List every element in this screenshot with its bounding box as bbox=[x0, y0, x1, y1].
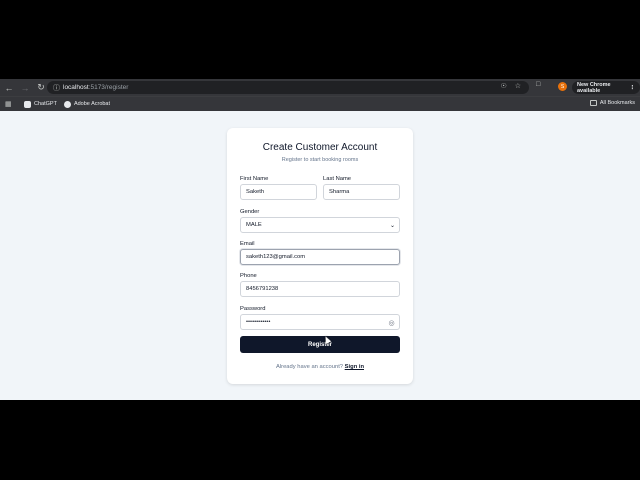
phone-input[interactable]: 8456791238 bbox=[240, 281, 400, 297]
all-bookmarks-label: All Bookmarks bbox=[599, 100, 635, 106]
chevron-down-icon: ⌄ bbox=[389, 223, 395, 229]
forward-arrow-icon[interactable]: → bbox=[18, 81, 32, 95]
email-input[interactable]: saketh123@gmail.com bbox=[240, 249, 400, 265]
browser-toolbar: ← → ↻ ⓘ localhost :5173/register ☉ ☆ □ S… bbox=[0, 79, 640, 96]
register-button[interactable]: Register bbox=[240, 336, 400, 353]
signin-link[interactable]: Sign in bbox=[345, 364, 364, 370]
bookmark-chatgpt[interactable]: ChatGPT bbox=[24, 100, 57, 108]
signin-prompt: Already have an account? Sign in bbox=[227, 364, 413, 370]
apps-grid-icon[interactable]: ▦ bbox=[5, 100, 17, 108]
show-password-eye-icon[interactable]: ◎ bbox=[387, 318, 396, 327]
bookmark-star-icon[interactable]: ☆ bbox=[515, 82, 521, 90]
first-name-input[interactable]: Saketh bbox=[240, 184, 317, 200]
page-viewport: Create Customer Account Register to star… bbox=[0, 111, 640, 400]
back-arrow-icon[interactable]: ← bbox=[2, 81, 16, 95]
register-card: Create Customer Account Register to star… bbox=[227, 128, 413, 384]
url-host: localhost bbox=[63, 84, 89, 91]
address-bar[interactable]: ⓘ localhost :5173/register ☉ ☆ bbox=[47, 81, 529, 94]
gender-selected-value: MALE bbox=[246, 222, 262, 228]
screen: ← → ↻ ⓘ localhost :5173/register ☉ ☆ □ S… bbox=[0, 0, 640, 480]
bookmark-label: ChatGPT bbox=[34, 101, 57, 107]
adobe-acrobat-icon bbox=[63, 100, 71, 108]
gender-label: Gender bbox=[240, 209, 260, 215]
site-info-icon[interactable]: ⓘ bbox=[53, 83, 63, 93]
last-name-input[interactable]: Sharma bbox=[323, 184, 400, 200]
email-label: Email bbox=[240, 241, 255, 247]
folder-icon bbox=[589, 100, 597, 106]
page-title: Create Customer Account bbox=[262, 142, 378, 153]
url-path: :5173/register bbox=[88, 84, 129, 91]
hide-eye-icon[interactable]: ☉ bbox=[500, 82, 506, 90]
phone-label: Phone bbox=[240, 273, 257, 279]
extensions-icon[interactable]: □ bbox=[536, 81, 540, 88]
password-label: Password bbox=[240, 306, 266, 312]
chatgpt-icon bbox=[24, 100, 31, 108]
update-label: New Chrome available bbox=[577, 81, 611, 94]
gender-select[interactable]: MALE ⌄ bbox=[240, 217, 400, 233]
signin-prompt-text: Already have an account? bbox=[276, 364, 344, 370]
kebab-menu-icon: ⋮ bbox=[629, 84, 636, 91]
profile-avatar[interactable]: S bbox=[558, 82, 567, 91]
bookmark-adobe-acrobat[interactable]: Adobe Acrobat bbox=[63, 100, 111, 108]
chrome-update-button[interactable]: New Chrome available ⋮ bbox=[572, 81, 640, 94]
bookmark-label: Adobe Acrobat bbox=[73, 101, 111, 107]
password-input[interactable]: •••••••••••• ◎ bbox=[240, 314, 400, 330]
reload-icon[interactable]: ↻ bbox=[34, 81, 48, 95]
bookmarks-bar: ▦ ChatGPT Adobe Acrobat All Bookmarks bbox=[0, 96, 640, 111]
page-subtitle: Register to start booking rooms bbox=[281, 157, 359, 163]
all-bookmarks-button[interactable]: All Bookmarks bbox=[589, 100, 635, 106]
last-name-label: Last Name bbox=[323, 176, 352, 182]
password-masked-value: •••••••••••• bbox=[246, 319, 271, 325]
first-name-label: First Name bbox=[240, 176, 269, 182]
